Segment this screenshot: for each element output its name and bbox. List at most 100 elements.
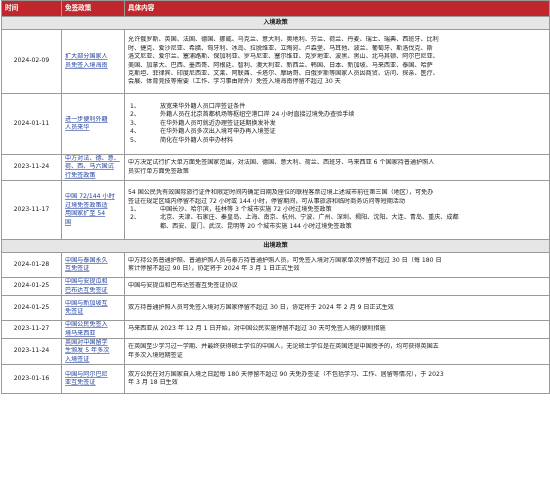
table-row: 2024-01-25 中国与新加坡互 免签证 双方持普通护照人员可免签入境对方国家停留… [1,295,550,322]
policy-line: 生颁发 5 年多次 [65,347,110,355]
row-date: 2023-11-24 [1,153,62,182]
row-policy[interactable]: 中国与安提瓜和 巴布达互免签证 [61,277,125,297]
policy-line: 行免签政策 [65,171,96,179]
item-number: 2、 [130,111,140,119]
policy-line: 荷、西、马六国试 [65,163,114,171]
policy-line: 互免签证 [65,265,90,273]
row-date: 2023-11-17 [1,180,62,241]
content-line: 中方决定试行扩大单方面免签国家范围，对法国、德国、意大利、荷兰、西班牙、马来西亚… [128,159,435,167]
policy-line: 亚互免签证 [65,379,96,387]
item-number: 4、 [130,128,140,136]
table-row: 2023-01-16 中国与阿尔巴尼 亚互免签证 双方公民在对方国家自入境之日起每 1… [1,364,550,395]
content-line: 会展、体育竞技等需要（工作、学习事由除外）免签入境海南停留不超过 30 天 [128,78,341,86]
policy-line: 免签证 [65,308,84,316]
list-item: 2、 北京、天津、石家庄、秦皇岛、上海、南京、杭州、宁波、广州、深圳、揭阳、沈阳、… [128,214,546,222]
row-content: 允许俄罗斯、英国、法国、德国、挪威、乌克兰、意大利、奥地利、芬兰、荷兰、丹麦、瑞… [124,29,550,94]
list-item: 5、 简化在华外籍人员申办材料 [128,137,546,145]
item-text: 中国长沙、哈尔滨，桂林等 3 个城市实施 72 小时过境免签政策 [160,206,332,214]
row-policy[interactable]: 中国 72/144 小时 过境免签政策适 用国家扩至 54 国 [61,180,125,241]
table-row: 2023-11-24 英国对中国留学 生颁发 5 年多次 入境签证 在英国至少学习过一学… [1,338,550,366]
row-policy[interactable]: 进一步便利外籍 人员来华 [61,93,125,155]
content-line: 美国、加拿大、巴西、墨西哥、阿根廷、智利、澳大利亚、新西兰、韩国、日本、新加坡、… [128,61,433,69]
item-text: 外籍人员在北京首都机场等枢纽空港口岸 24 小时直接过境免办查验手续 [160,111,355,119]
content-line: 年多次入境短期签证 [128,351,183,359]
item-number: 2、 [130,214,140,222]
row-date: 2024-01-11 [1,93,62,155]
policy-line: 中国公民免签入 [65,321,108,329]
item-text: 在华外籍人员可就近办理签证延期换发补发 [160,119,276,127]
policy-line: 过境免签政策适 [65,201,108,209]
policy-line: 国 [65,218,72,226]
row-content: 双方公民在对方国家自入境之日起每 180 天停留不超过 90 天免办签证（不包括… [124,364,550,395]
table-row: 2024-01-25 中国与安提瓜和 巴布达互免签证 中国与安提瓜和巴布达签署互免签证… [1,277,550,297]
row-date: 2024-01-25 [1,295,62,322]
section-row: 入境政策 [1,16,550,30]
row-content: 双方持普通护照人员可免签入境对方国家停留不超过 30 日，协定将于 2024 年… [124,295,550,322]
item-number: 1、 [130,206,140,214]
row-policy[interactable]: 中国与阿尔巴尼 亚互免签证 [61,364,125,395]
policy-line: 中方对法、德、意、 [65,155,120,162]
policy-line: 中国与安提瓜和 [65,278,108,286]
table-row: 2023-11-27 中国公民免签入 境马来西亚 马来西亚从 2023 年 12 月 … [1,320,550,340]
item-text: 在华外籍人员多次出入境可申办再入境签证 [160,128,276,136]
item-number: 5、 [130,136,140,144]
row-date: 2023-11-24 [1,338,62,366]
row-content: 马来西亚从 2023 年 12 月 1 日开始，对中国公民实施停留不超过 30 … [124,320,550,340]
content-line: 在英国至少学习过一学期、并最终获得硕士学位的中国人，无论硕士学位是在英国还是中国… [128,343,439,351]
item-number: 1、 [130,102,140,110]
list-item: 2、 外籍人员在北京首都机场等枢纽空港口岸 24 小时直接过境免办查验手续 [128,111,546,119]
table-body: 入境政策 2024-02-09 扩大部分国家人 员免签入境海南 允许俄罗斯、英国、法国、… [1,16,550,395]
row-content: 54 国公民凭有效国际旅行证件和限定时间内确定日期及座位的联程客票过境上述城市前… [124,180,550,241]
table-row: 2023-11-24 中方对法、德、意、 荷、西、马六国试 行免签政策 中方决定试行扩大… [1,153,550,182]
table-row: 2024-01-28 中国与泰国永久 互免签证 中方持公务普通护照、普通护照人员与泰方… [1,252,550,279]
policy-line: 境马来西亚 [65,329,96,337]
policy-line: 用国家扩至 54 [65,210,106,218]
table-header-row: 时间 免签政策 具体内容 [1,0,550,17]
policy-line: 巴布达互免签证 [65,286,108,294]
row-policy[interactable]: 扩大部分国家人 员免签入境海南 [61,29,125,94]
content-line: 年 3 月 18 日生效 [128,379,178,387]
content-line: 时、捷克、爱沙尼亚、希腊、匈牙利、冰岛、拉脱维亚、立陶宛、卢森堡、马耳他、波兰、… [128,44,433,52]
policy-line: 中国与泰国永久 [65,256,108,264]
list-item: 4、 在华外籍人员多次出入境可申办再入境签证 [128,128,546,136]
row-policy[interactable]: 中方对法、德、意、 荷、西、马六国试 行免签政策 [61,153,125,182]
header-policy: 免签政策 [61,0,125,17]
list-item: 都、西安、厦门、武汉、昆明等 20 个城市实施 144 小时过境免签政策 [128,223,546,231]
content-line: 中国与安提瓜和巴布达签署互免签证协议 [128,282,238,290]
section-title: 入境政策 [1,16,550,30]
policy-line: 中国与新加坡互 [65,299,108,307]
row-date: 2024-01-28 [1,252,62,279]
row-policy[interactable]: 中国与新加坡互 免签证 [61,295,125,322]
header-time: 时间 [1,0,62,17]
content-line: 洛文尼亚、爱尔兰、塞浦路斯、保加利亚、罗马尼亚、塞尔维亚、克罗地亚、波黑、黑山、… [128,53,439,61]
list-item: 3、 在华外籍人员可就近办理签证延期换发补发 [128,120,546,128]
item-text: 北京、天津、石家庄、秦皇岛、上海、南京、杭州、宁波、广州、深圳、揭阳、沈阳、大连… [160,214,459,222]
content-line: 54 国公民凭有效国际旅行证件和限定时间内确定日期及座位的联程客票过境上述城市前… [128,189,434,197]
policy-line: 进一步便利外籍 [65,115,108,123]
content-line: 双方持普通护照人员可免签入境对方国家停留不超过 30 日，协定将于 2024 年… [128,303,394,311]
row-date: 2024-02-09 [1,29,62,94]
policy-line: 中国与阿尔巴尼 [65,370,108,378]
table-row: 2023-11-17 中国 72/144 小时 过境免签政策适 用国家扩至 54 国 54… [1,180,550,241]
row-policy[interactable]: 中国与泰国永久 互免签证 [61,252,125,279]
section-title: 出境政策 [1,239,550,254]
content-line: 员实行单方面免签政策 [128,167,189,175]
item-text: 都、西安、厦门、武汉、昆明等 20 个城市实施 144 小时过境免签政策 [160,222,352,230]
row-date: 2023-01-16 [1,364,62,395]
row-date: 2024-01-25 [1,277,62,297]
row-policy[interactable]: 英国对中国留学 生颁发 5 年多次 入境签证 [61,338,125,366]
content-line: 双方公民在对方国家自入境之日起每 180 天停留不超过 90 天免办签证（不包括… [128,370,444,378]
row-content: 中方决定试行扩大单方面免签国家范围，对法国、德国、意大利、荷兰、西班牙、马来西亚… [124,153,550,182]
row-content: 在英国至少学习过一学期、并最终获得硕士学位的中国人，无论硕士学位是在英国还是中国… [124,338,550,366]
content-line: 累计停留不超过 90 日），协定将于 2024 年 3 月 1 日正式生效 [128,265,300,273]
row-content: 1、 放宽来华外籍人员口岸签证条件 2、 外籍人员在北京首都机场等枢纽空港口岸 24 … [124,93,550,155]
content-line: 签证在规定区域内停留不超过 72 小时或 144 小时，停留期间，可从事旅游和临… [128,197,405,205]
row-date: 2023-11-27 [1,320,62,340]
content-line: 中方持公务普通护照、普通护照人员与泰方持普通护照人员，可免签入境对方国家单次停留… [128,256,442,264]
policy-line: 中国 72/144 小时 [65,193,115,201]
policy-line: 扩大部分国家人 [65,53,108,61]
policy-line: 人员来华 [65,124,90,131]
row-policy[interactable]: 中国公民免签入 境马来西亚 [61,320,125,340]
policy-line: 员免签入境海南 [65,61,108,69]
table-row: 2024-01-11 进一步便利外籍 人员来华 1、 放宽来华外籍人员口岸签证条件 2、 外… [1,93,550,155]
